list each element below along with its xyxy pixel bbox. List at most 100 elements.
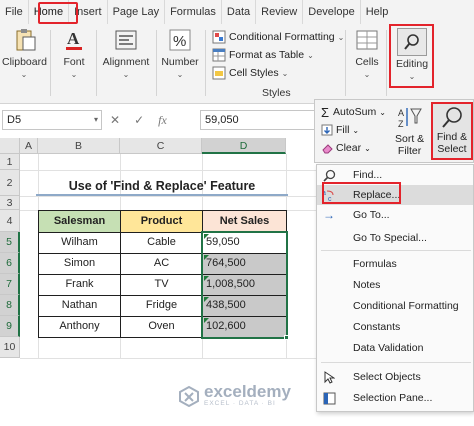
header-salesman[interactable]: Salesman xyxy=(38,210,121,233)
cell-net-sales[interactable]: 1,008,500 xyxy=(202,274,287,296)
editing-label: Editing xyxy=(395,58,429,70)
column-header-a[interactable]: A xyxy=(20,138,38,154)
menu-item-data-validation[interactable]: Data Validation xyxy=(317,338,473,358)
cell-product[interactable]: Fridge xyxy=(120,295,203,317)
pointer-icon xyxy=(324,370,335,384)
cell-net-sales[interactable]: 438,500 xyxy=(202,295,287,317)
cell-net-sales[interactable]: 102,600 xyxy=(202,316,287,338)
menu-item-conditional-formatting[interactable]: Conditional Formatting xyxy=(317,296,473,316)
format-as-table-button[interactable]: Format as Table ⌄ xyxy=(212,46,344,64)
cell-net-sales-active[interactable]: 59,050 xyxy=(202,232,287,254)
tab-file[interactable]: File xyxy=(0,0,28,24)
cell-styles-button[interactable]: Cell Styles ⌄ xyxy=(212,64,344,82)
row-header-4[interactable]: 4 xyxy=(0,210,20,232)
fill-handle[interactable] xyxy=(284,335,289,340)
row-header-10[interactable]: 10 xyxy=(0,337,20,358)
font-label: Font xyxy=(63,56,85,68)
row-header-1[interactable]: 1 xyxy=(0,154,20,170)
clipboard-group[interactable]: Clipboard ⌄ xyxy=(2,28,47,79)
chevron-down-icon: ▾ xyxy=(93,115,98,124)
menu-item-formulas[interactable]: Formulas xyxy=(317,254,473,274)
tab-insert[interactable]: Insert xyxy=(68,0,107,24)
editing-panel: Σ AutoSum ⌄ Fill ⌄ Clear ⌄ A Z Sort & Fi… xyxy=(314,99,474,163)
menu-item-replace-label: Replace... xyxy=(353,189,401,201)
cell-salesman[interactable]: Nathan xyxy=(38,295,121,317)
cell-product[interactable]: AC xyxy=(120,253,203,275)
divider xyxy=(156,30,157,96)
menu-item-select-objects-label: Select Objects xyxy=(353,371,421,383)
autosum-button[interactable]: Σ AutoSum ⌄ xyxy=(321,103,386,121)
name-box-value: D5 xyxy=(7,114,22,126)
tab-formulas[interactable]: Formulas xyxy=(164,0,221,24)
enter-icon[interactable]: ✓ xyxy=(134,113,144,127)
row-header-2[interactable]: 2 xyxy=(0,170,20,196)
menu-item-selection-pane[interactable]: Selection Pane... xyxy=(317,388,473,408)
menu-item-formulas-label: Formulas xyxy=(353,258,397,270)
svg-text:%: % xyxy=(173,33,186,50)
divider xyxy=(386,30,387,96)
find-select-label-1: Find & xyxy=(436,131,468,143)
cell-value: 102,600 xyxy=(206,320,246,332)
percent-icon: % xyxy=(169,29,191,51)
svg-text:Z: Z xyxy=(398,119,404,129)
cell-salesman[interactable]: Frank xyxy=(38,274,121,296)
tab-data[interactable]: Data xyxy=(220,0,255,24)
formula-input[interactable]: 59,050 xyxy=(200,110,315,130)
cancel-icon[interactable]: ✕ xyxy=(110,113,120,127)
editing-group-button[interactable]: Editing ⌄ xyxy=(391,28,433,81)
row-header-8[interactable]: 8 xyxy=(0,295,20,316)
menu-item-notes[interactable]: Notes xyxy=(317,275,473,295)
cell-net-sales[interactable]: 764,500 xyxy=(202,253,287,275)
alignment-group[interactable]: Alignment ⌄ xyxy=(100,28,152,79)
column-header-d[interactable]: D xyxy=(202,138,286,154)
sort-filter-button[interactable]: A Z Sort & Filter xyxy=(395,106,424,157)
cell-product[interactable]: Cable xyxy=(120,232,203,254)
sheet-title[interactable]: Use of 'Find & Replace' Feature xyxy=(36,176,288,196)
column-header-c[interactable]: C xyxy=(120,138,202,154)
conditional-formatting-button[interactable]: Conditional Formatting ⌄ xyxy=(212,28,344,46)
column-header-b[interactable]: B xyxy=(38,138,120,154)
cell-salesman[interactable]: Wilham xyxy=(38,232,121,254)
find-select-button[interactable]: Find & Select xyxy=(431,102,473,160)
cell-salesman[interactable]: Anthony xyxy=(38,316,121,338)
tab-help[interactable]: Help xyxy=(359,0,394,24)
fill-down-icon xyxy=(321,124,333,136)
row-header-9[interactable]: 9 xyxy=(0,316,20,337)
divider xyxy=(50,30,51,96)
fx-icon[interactable]: fx xyxy=(158,113,167,128)
watermark-sub: EXCEL · DATA · BI xyxy=(204,400,276,407)
chevron-down-icon: ⌄ xyxy=(408,72,416,81)
menu-item-find[interactable]: Find... xyxy=(317,165,473,185)
menu-item-replace[interactable]: ac Replace... xyxy=(317,185,473,205)
fill-button[interactable]: Fill ⌄ xyxy=(321,121,386,139)
row-header-6[interactable]: 6 xyxy=(0,253,20,274)
exceldemy-logo-icon xyxy=(179,385,199,407)
conditional-formatting-icon xyxy=(212,30,226,44)
menu-item-constants[interactable]: Constants xyxy=(317,317,473,337)
tab-review[interactable]: Review xyxy=(255,0,302,24)
number-as-text-flag xyxy=(204,276,209,281)
chevron-down-icon: ⌄ xyxy=(281,68,289,78)
tab-home[interactable]: Home xyxy=(27,0,68,24)
row-header-7[interactable]: 7 xyxy=(0,274,20,295)
tab-page-layout[interactable]: Page Lay xyxy=(106,0,164,24)
name-box[interactable]: D5 ▾ xyxy=(2,110,102,130)
cell-salesman[interactable]: Simon xyxy=(38,253,121,275)
menu-item-go-to-special[interactable]: Go To Special... xyxy=(317,228,473,248)
chevron-down-icon: ⌄ xyxy=(20,70,28,79)
menu-item-select-objects[interactable]: Select Objects xyxy=(317,367,473,387)
cell-product[interactable]: Oven xyxy=(120,316,203,338)
header-net-sales[interactable]: Net Sales xyxy=(202,210,287,233)
clear-button[interactable]: Clear ⌄ xyxy=(321,139,386,157)
cell-product[interactable]: TV xyxy=(120,274,203,296)
number-group[interactable]: % Number ⌄ xyxy=(159,28,201,79)
row-header-5[interactable]: 5 xyxy=(0,232,20,253)
tab-developer[interactable]: Develope xyxy=(302,0,359,24)
select-all-corner[interactable] xyxy=(0,138,20,154)
header-product[interactable]: Product xyxy=(120,210,203,233)
menu-item-go-to[interactable]: → Go To... xyxy=(317,205,473,225)
cells-group[interactable]: Cells ⌄ xyxy=(350,28,384,79)
font-group[interactable]: A Font ⌄ xyxy=(56,28,92,79)
row-header-3[interactable]: 3 xyxy=(0,196,20,210)
divider xyxy=(96,30,97,96)
